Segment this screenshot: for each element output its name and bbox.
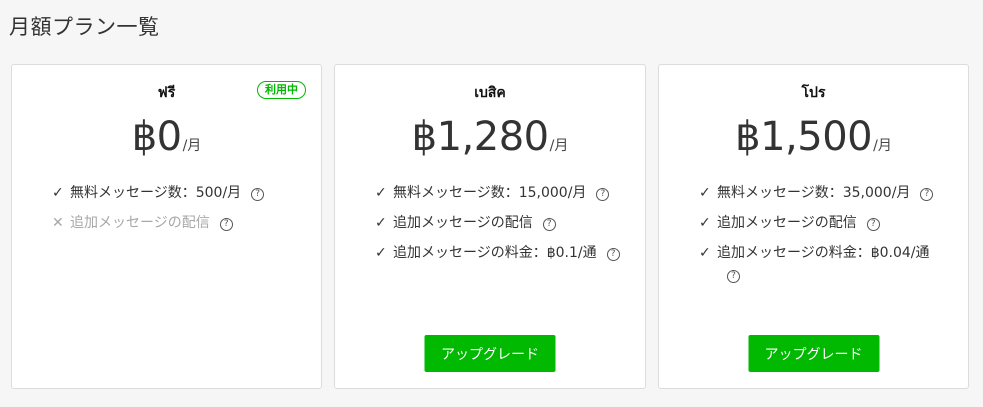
price-amount: ฿1,280	[411, 114, 549, 160]
feature-text: 追加メッセージの料金：฿0.04/通	[717, 245, 930, 261]
feature-list: ✓ 無料メッセージ数：500/月? ✕ 追加メッセージの配信?	[36, 182, 297, 234]
feature-item: ✓ 追加メッセージの配信?	[359, 212, 621, 234]
feature-item: ✓ 追加メッセージの料金：฿0.04/通?	[683, 242, 944, 286]
plan-list: ฟรี 利用中 ฿0/月 ✓ 無料メッセージ数：500/月? ✕ 追加メッセージ…	[11, 64, 969, 389]
plan-card-basic: เบสิค ฿1,280/月 ✓ 無料メッセージ数：15,000/月? ✓ 追加…	[334, 64, 646, 389]
check-icon: ✓	[699, 215, 711, 231]
help-icon[interactable]: ?	[866, 218, 880, 231]
plan-card-free: ฟรี 利用中 ฿0/月 ✓ 無料メッセージ数：500/月? ✕ 追加メッセージ…	[11, 64, 322, 389]
feature-item: ✓ 追加メッセージの料金：฿0.1/通?	[359, 242, 621, 264]
help-icon[interactable]: ?	[727, 270, 740, 283]
plan-name: เบสิค	[474, 85, 506, 101]
check-icon: ✓	[699, 245, 711, 261]
price-amount: ฿0	[131, 114, 182, 160]
price-amount: ฿1,500	[735, 114, 873, 160]
check-icon: ✓	[375, 245, 387, 261]
feature-text: 追加メッセージの料金：฿0.1/通	[393, 245, 597, 261]
feature-text: 追加メッセージの配信	[717, 215, 857, 231]
feature-item: ✓ 追加メッセージの配信?	[683, 212, 944, 234]
price-period: /月	[873, 138, 892, 154]
feature-item-disabled: ✕ 追加メッセージの配信?	[36, 212, 297, 234]
help-icon[interactable]: ?	[920, 188, 934, 201]
price: ฿1,500/月	[683, 114, 944, 160]
plan-name: โปร	[801, 85, 826, 101]
help-icon[interactable]: ?	[251, 188, 265, 201]
price: ฿0/月	[36, 114, 297, 160]
price: ฿1,280/月	[359, 114, 621, 160]
plan-card-pro: โปร ฿1,500/月 ✓ 無料メッセージ数：35,000/月? ✓ 追加メッ…	[658, 64, 969, 389]
feature-text: 無料メッセージ数：15,000/月	[393, 185, 587, 201]
current-plan-badge: 利用中	[257, 81, 306, 99]
feature-text: 無料メッセージ数：35,000/月	[717, 185, 911, 201]
feature-list: ✓ 無料メッセージ数：15,000/月? ✓ 追加メッセージの配信? ✓ 追加メ…	[359, 182, 621, 264]
feature-text: 追加メッセージの配信	[393, 215, 533, 231]
help-icon[interactable]: ?	[219, 218, 233, 231]
upgrade-button[interactable]: アップグレード	[424, 335, 556, 372]
page-title: 月額プラン一覧	[9, 15, 160, 39]
feature-item: ✓ 無料メッセージ数：35,000/月?	[683, 182, 944, 204]
feature-item: ✓ 無料メッセージ数：500/月?	[36, 182, 297, 204]
feature-item: ✓ 無料メッセージ数：15,000/月?	[359, 182, 621, 204]
check-icon: ✓	[699, 185, 711, 201]
feature-text: 追加メッセージの配信	[70, 215, 210, 231]
price-period: /月	[182, 138, 202, 154]
check-icon: ✓	[375, 215, 387, 231]
cross-icon: ✕	[52, 215, 64, 231]
price-period: /月	[549, 138, 569, 154]
help-icon[interactable]: ?	[606, 248, 620, 261]
feature-text: 無料メッセージ数：500/月	[70, 185, 242, 201]
check-icon: ✓	[52, 185, 64, 201]
help-icon[interactable]: ?	[542, 218, 556, 231]
feature-list: ✓ 無料メッセージ数：35,000/月? ✓ 追加メッセージの配信? ✓ 追加メ…	[683, 182, 944, 286]
help-icon[interactable]: ?	[596, 188, 610, 201]
check-icon: ✓	[375, 185, 387, 201]
upgrade-button[interactable]: アップグレード	[748, 335, 879, 372]
